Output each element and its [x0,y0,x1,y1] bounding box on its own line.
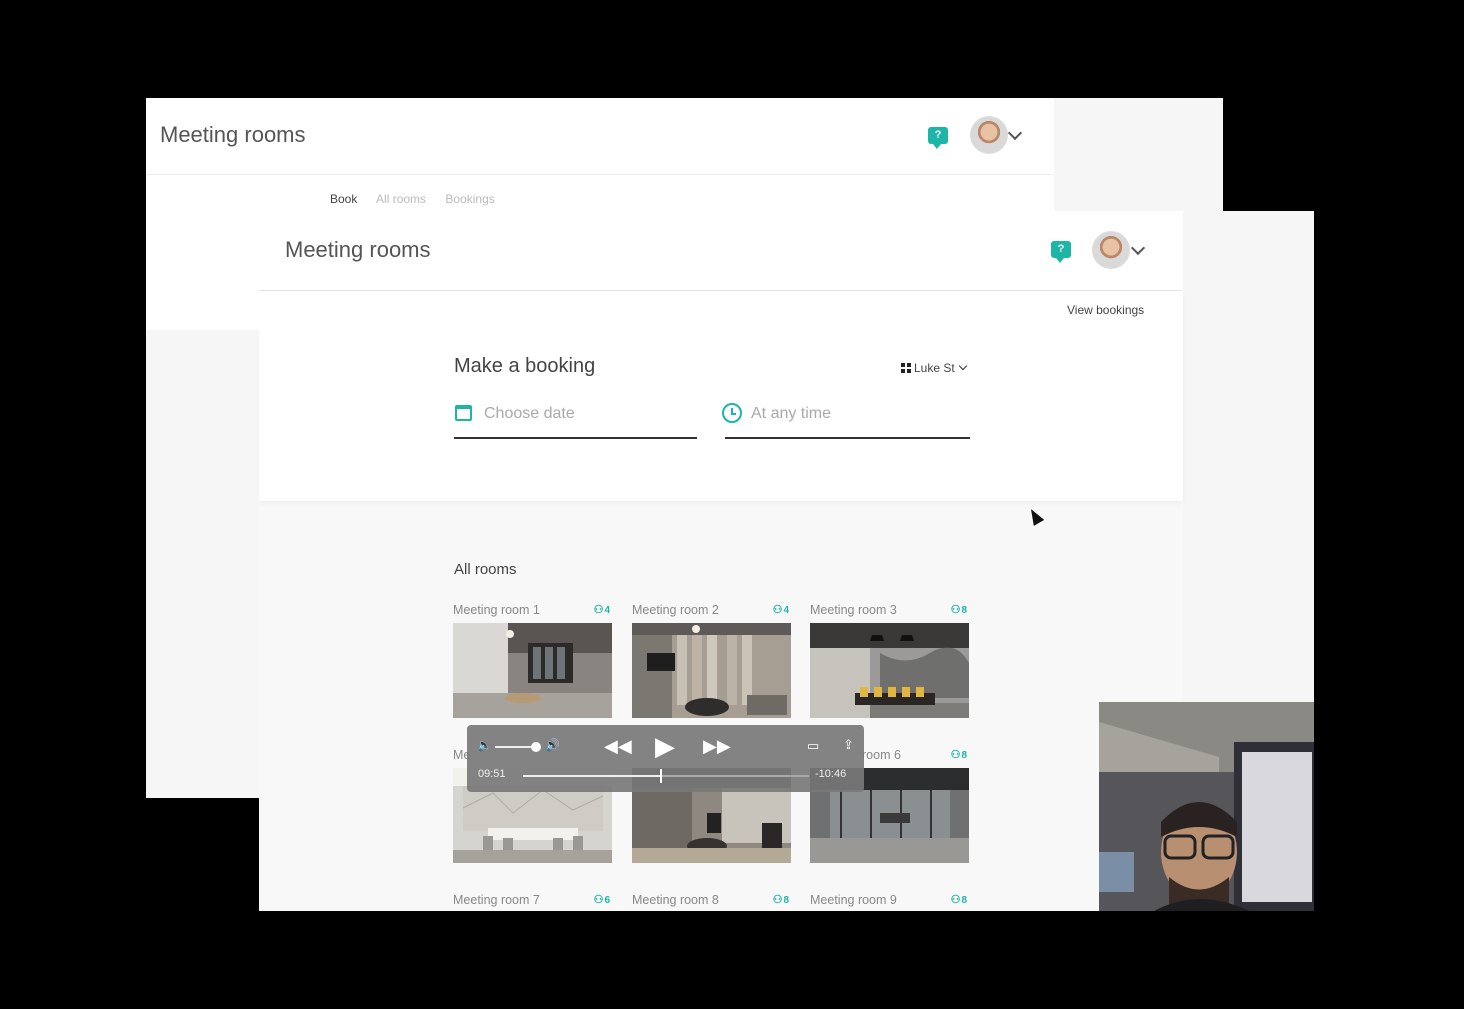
capacity-value: 8 [961,750,967,761]
room-photo[interactable] [632,623,791,718]
webcam-image [1099,702,1314,911]
room-name: Meeting room 3 [810,603,897,617]
capacity-value: 8 [783,895,789,906]
capacity-badge: ⚇4 [773,603,789,616]
person-icon: ⚇ [772,894,783,906]
room-card[interactable]: Meeting room 7 ⚇6 [453,893,612,907]
capacity-badge: ⚇8 [951,603,967,616]
page-title: Meeting rooms [285,237,431,262]
person-icon: ⚇ [593,894,604,906]
front-header: Meeting rooms ? [259,211,1183,291]
person-icon: ⚇ [950,749,961,761]
elapsed-time: 09:51 [478,768,506,780]
person-icon: ⚇ [950,604,961,616]
remaining-time: -10:46 [815,768,847,780]
room-card[interactable]: Meeting room 9 ⚇8 [810,893,969,907]
tab-bookings[interactable]: Bookings [445,192,494,206]
back-tabs: Book All rooms Bookings [330,192,511,206]
room-name: Meeting room 1 [453,603,540,617]
room-name: Meeting room 7 [453,893,540,907]
room-name: Meeting room 8 [632,893,719,907]
capacity-value: 4 [604,605,610,616]
time-placeholder: At any time [751,405,832,422]
time-field[interactable]: At any time [722,403,970,439]
capacity-badge: ⚇8 [951,748,967,761]
chevron-down-icon [958,361,967,371]
avatar[interactable] [970,116,1008,154]
webcam-feed [1099,702,1314,911]
room-card[interactable]: Meeting room 1 ⚇4 [453,603,612,718]
volume-high-icon[interactable]: 🔊 [545,738,560,752]
location-select[interactable]: Luke St [901,361,967,375]
capacity-badge: ⚇6 [594,893,610,906]
tab-book[interactable]: Book [330,192,357,206]
capacity-badge: ⚇8 [951,893,967,906]
capacity-value: 8 [961,895,967,906]
page-title: Meeting rooms [160,122,306,147]
room-card[interactable]: Meeting room 8 ⚇8 [632,893,791,907]
room-photo[interactable] [810,623,969,718]
calendar-icon [455,405,472,421]
volume-knob[interactable] [531,742,541,752]
date-placeholder: Choose date [484,405,575,422]
avatar[interactable] [1092,231,1130,269]
booking-panel: View bookings Make a booking Luke St Cho… [259,291,1183,501]
room-card[interactable]: Meeting room 2 ⚇4 [632,603,791,718]
date-field[interactable]: Choose date [454,403,697,439]
question-chat-icon[interactable]: ? [928,127,948,149]
share-icon[interactable]: ⇪ [843,737,854,753]
progress-track[interactable] [523,769,809,783]
capacity-value: 6 [604,895,610,906]
capacity-badge: ⚇4 [594,603,610,616]
person-icon: ⚇ [950,894,961,906]
all-rooms-heading: All rooms [454,561,517,578]
volume-low-icon[interactable]: 🔈 [477,738,492,752]
rewind-icon[interactable]: ◀◀ [604,736,632,757]
view-bookings-link[interactable]: View bookings [1067,303,1144,317]
progress-knob[interactable] [660,769,663,783]
video-controls: 🔈 🔊 ◀◀ ▶ ▶▶ ▭ ⇪ 09:51 -10:46 [467,725,864,792]
question-chat-icon[interactable]: ? [1051,241,1071,263]
person-icon: ⚇ [593,604,604,616]
tab-all-rooms[interactable]: All rooms [376,192,426,206]
progress-fill [523,775,661,777]
person-icon: ⚇ [772,604,783,616]
clock-icon [722,403,742,423]
play-icon[interactable]: ▶ [655,731,675,762]
capacity-value: 4 [783,605,789,616]
back-header: Meeting rooms ? [146,98,1054,175]
chevron-down-icon[interactable] [1007,125,1023,141]
fast-forward-icon[interactable]: ▶▶ [703,736,731,757]
room-card[interactable]: Meeting room 3 ⚇8 [810,603,969,718]
room-name: Meeting room 9 [810,893,897,907]
volume-slider[interactable] [495,746,535,748]
make-booking-title: Make a booking [454,355,596,377]
chevron-down-icon[interactable] [1130,240,1146,256]
capacity-value: 8 [961,605,967,616]
capacity-badge: ⚇8 [773,893,789,906]
room-photo[interactable] [453,623,612,718]
room-name: Meeting room 2 [632,603,719,617]
grid-icon [901,363,911,373]
location-label: Luke St [914,361,955,375]
airplay-icon[interactable]: ▭ [807,738,819,754]
